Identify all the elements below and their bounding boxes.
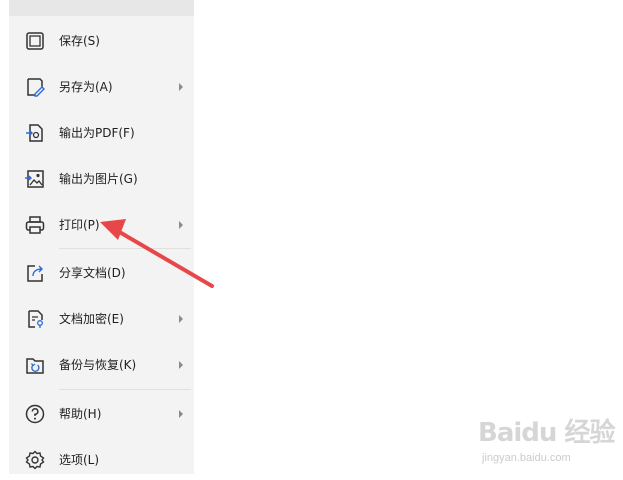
baidu-watermark: Baidu 经验 jingyan.baidu.com (478, 412, 618, 470)
share-icon (24, 262, 46, 284)
chevron-right-icon (177, 83, 185, 91)
chevron-right-icon (177, 361, 185, 369)
help-icon (24, 403, 46, 425)
gear-icon (24, 449, 46, 471)
file-menu: 保存(S) 另存为(A) 输出为PDF(F) 输出为图片(G) 打印(P) 分享… (9, 0, 194, 474)
menu-item-help[interactable]: 帮助(H) (9, 394, 194, 434)
menu-item-save-as[interactable]: 另存为(A) (9, 67, 194, 107)
menu-item-label: 帮助(H) (59, 407, 102, 421)
menu-item-backup-restore[interactable]: 备份与恢复(K) (9, 345, 194, 385)
window-edge (0, 0, 9, 474)
menu-item-export-image[interactable]: 输出为图片(G) (9, 159, 194, 199)
backup-restore-icon (24, 354, 46, 376)
menu-item-save[interactable]: 保存(S) (9, 21, 194, 61)
menu-item-label: 保存(S) (59, 34, 100, 48)
menu-item-label: 备份与恢复(K) (59, 358, 137, 372)
previous-menu-item-partial[interactable] (9, 0, 194, 16)
menu-divider (59, 389, 191, 390)
menu-item-label: 输出为PDF(F) (59, 126, 135, 140)
encrypt-document-icon (24, 308, 46, 330)
watermark-url: jingyan.baidu.com (482, 452, 571, 464)
menu-item-label: 文档加密(E) (59, 312, 124, 326)
menu-item-label: 打印(P) (59, 218, 100, 232)
chevron-right-icon (177, 410, 185, 418)
save-as-icon (24, 76, 46, 98)
menu-item-label: 分享文档(D) (59, 266, 126, 280)
export-pdf-icon (24, 122, 46, 144)
menu-item-label: 另存为(A) (59, 80, 113, 94)
menu-divider (59, 248, 191, 249)
menu-item-label: 输出为图片(G) (59, 172, 138, 186)
menu-item-encrypt[interactable]: 文档加密(E) (9, 299, 194, 339)
menu-item-options[interactable]: 选项(L) (9, 440, 194, 480)
printer-icon (24, 214, 46, 236)
menu-item-export-pdf[interactable]: 输出为PDF(F) (9, 113, 194, 153)
save-icon (24, 30, 46, 52)
chevron-right-icon (177, 315, 185, 323)
menu-item-label: 选项(L) (59, 453, 100, 467)
watermark-logo: Baidu 经验 (478, 418, 615, 448)
chevron-right-icon (177, 221, 185, 229)
export-image-icon (24, 168, 46, 190)
menu-item-print[interactable]: 打印(P) (9, 205, 194, 245)
menu-item-share[interactable]: 分享文档(D) (9, 253, 194, 293)
